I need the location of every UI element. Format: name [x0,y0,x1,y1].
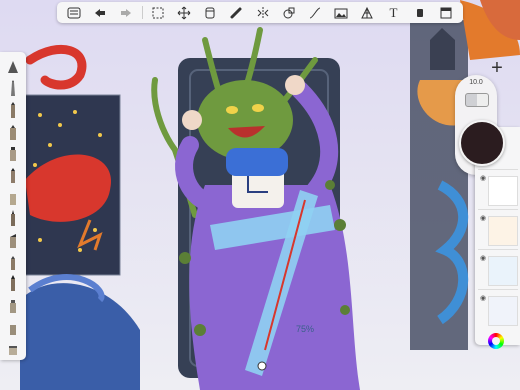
brush-chisel-icon[interactable] [3,230,23,252]
brush-library-panel [0,52,26,360]
image-icon[interactable] [330,3,352,22]
brush-crayon-icon[interactable] [3,252,23,274]
perspective-icon[interactable] [356,3,378,22]
layer-row[interactable]: ◉ [478,169,518,208]
brush-highlighter-icon[interactable] [3,273,23,295]
shape-icon[interactable] [278,3,300,22]
drawing-canvas[interactable]: 75% [0,0,520,390]
brush-size-value: 10.0 [469,79,483,86]
brush-marker-icon[interactable] [3,122,23,144]
layer-thumbnail [488,256,518,286]
layer-row[interactable]: ◉ [478,209,518,248]
layer-thumbnail [488,296,518,326]
eye-icon[interactable]: ◉ [480,254,486,262]
cursor-dot [257,361,267,371]
layer-row[interactable]: ◉ [478,249,518,288]
undo-icon[interactable] [89,3,111,22]
opacity-chip[interactable] [465,93,489,107]
top-toolbar: T [57,2,463,23]
color-well[interactable] [459,120,505,166]
brush-fill-icon[interactable] [3,317,23,339]
add-layer-button[interactable]: + [483,57,511,79]
brush-ink-icon[interactable] [3,208,23,230]
menu-icon[interactable] [63,3,85,22]
brush-airbrush-icon[interactable] [3,144,23,166]
toolbar-divider [141,6,143,19]
selection-icon[interactable] [147,3,169,22]
brush-eraser-icon[interactable] [3,338,23,360]
layer-thumbnail [488,216,518,246]
brush-cone-icon[interactable] [3,57,23,79]
layer-icon[interactable] [199,3,221,22]
brush-paint-icon[interactable] [3,165,23,187]
brush-blender-icon[interactable] [3,295,23,317]
curve-icon[interactable] [304,3,326,22]
fullscreen-icon[interactable] [435,3,457,22]
eraser-icon[interactable] [225,3,247,22]
color-wheel-icon[interactable] [488,333,504,349]
eye-icon[interactable]: ◉ [480,174,486,182]
brush-pen-icon[interactable] [3,100,23,122]
layer-thumbnail [488,176,518,206]
redo-icon[interactable] [115,3,137,22]
brush-smudge-icon[interactable] [3,187,23,209]
text-tool-icon[interactable]: T [382,3,404,22]
layer-row[interactable]: ◉ [478,289,518,328]
fill-icon[interactable] [409,3,431,22]
ruler-label: 75% [296,324,314,334]
eye-icon[interactable]: ◉ [480,294,486,302]
symmetry-icon[interactable] [252,3,274,22]
brush-pencil-icon[interactable] [3,79,23,101]
transform-icon[interactable] [173,3,195,22]
eye-icon[interactable]: ◉ [480,214,486,222]
